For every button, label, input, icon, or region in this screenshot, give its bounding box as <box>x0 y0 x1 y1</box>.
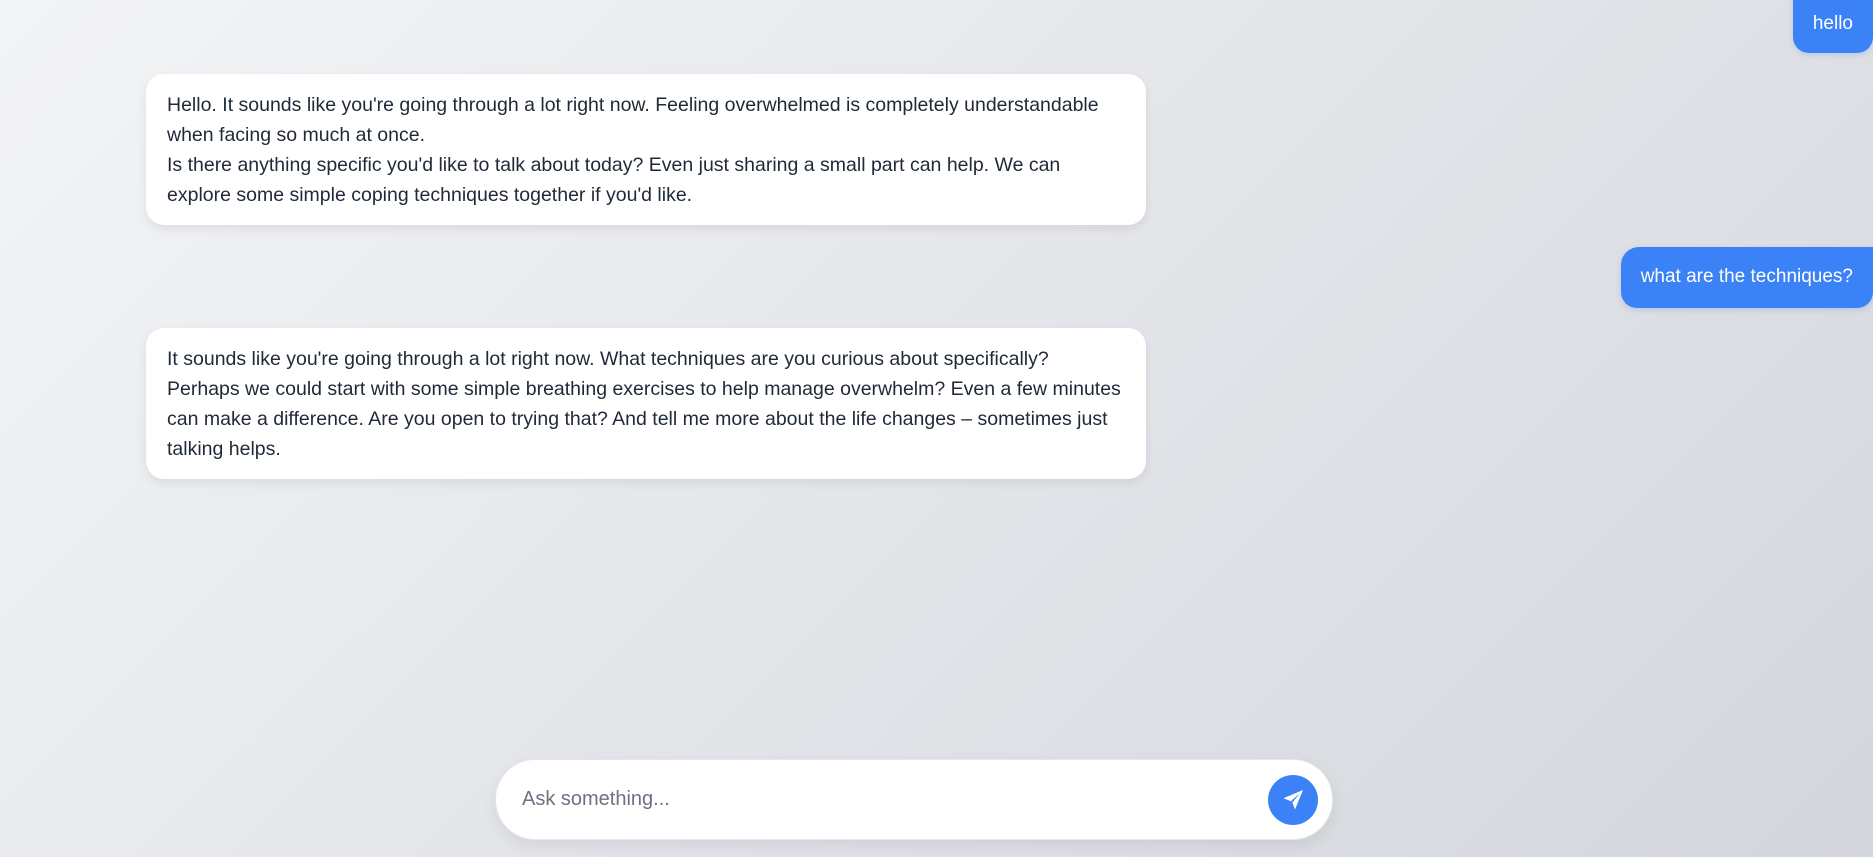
message-input[interactable] <box>520 787 1268 812</box>
user-message: hello <box>1792 0 1873 53</box>
assistant-message: Hello. It sounds like you're going throu… <box>146 74 1146 225</box>
user-message: what are the techniques? <box>1620 247 1873 308</box>
send-button[interactable] <box>1268 774 1318 825</box>
message-composer <box>495 759 1333 840</box>
message-paragraph: Hello. It sounds like you're going throu… <box>167 94 1099 146</box>
chat-thread: hello Hello. It sounds like you're going… <box>0 0 1873 857</box>
message-paragraph: Is there anything specific you'd like to… <box>167 154 1061 206</box>
assistant-message: It sounds like you're going through a lo… <box>146 328 1146 479</box>
paper-plane-icon <box>1281 788 1305 812</box>
message-paragraph: It sounds like you're going through a lo… <box>167 348 1121 460</box>
